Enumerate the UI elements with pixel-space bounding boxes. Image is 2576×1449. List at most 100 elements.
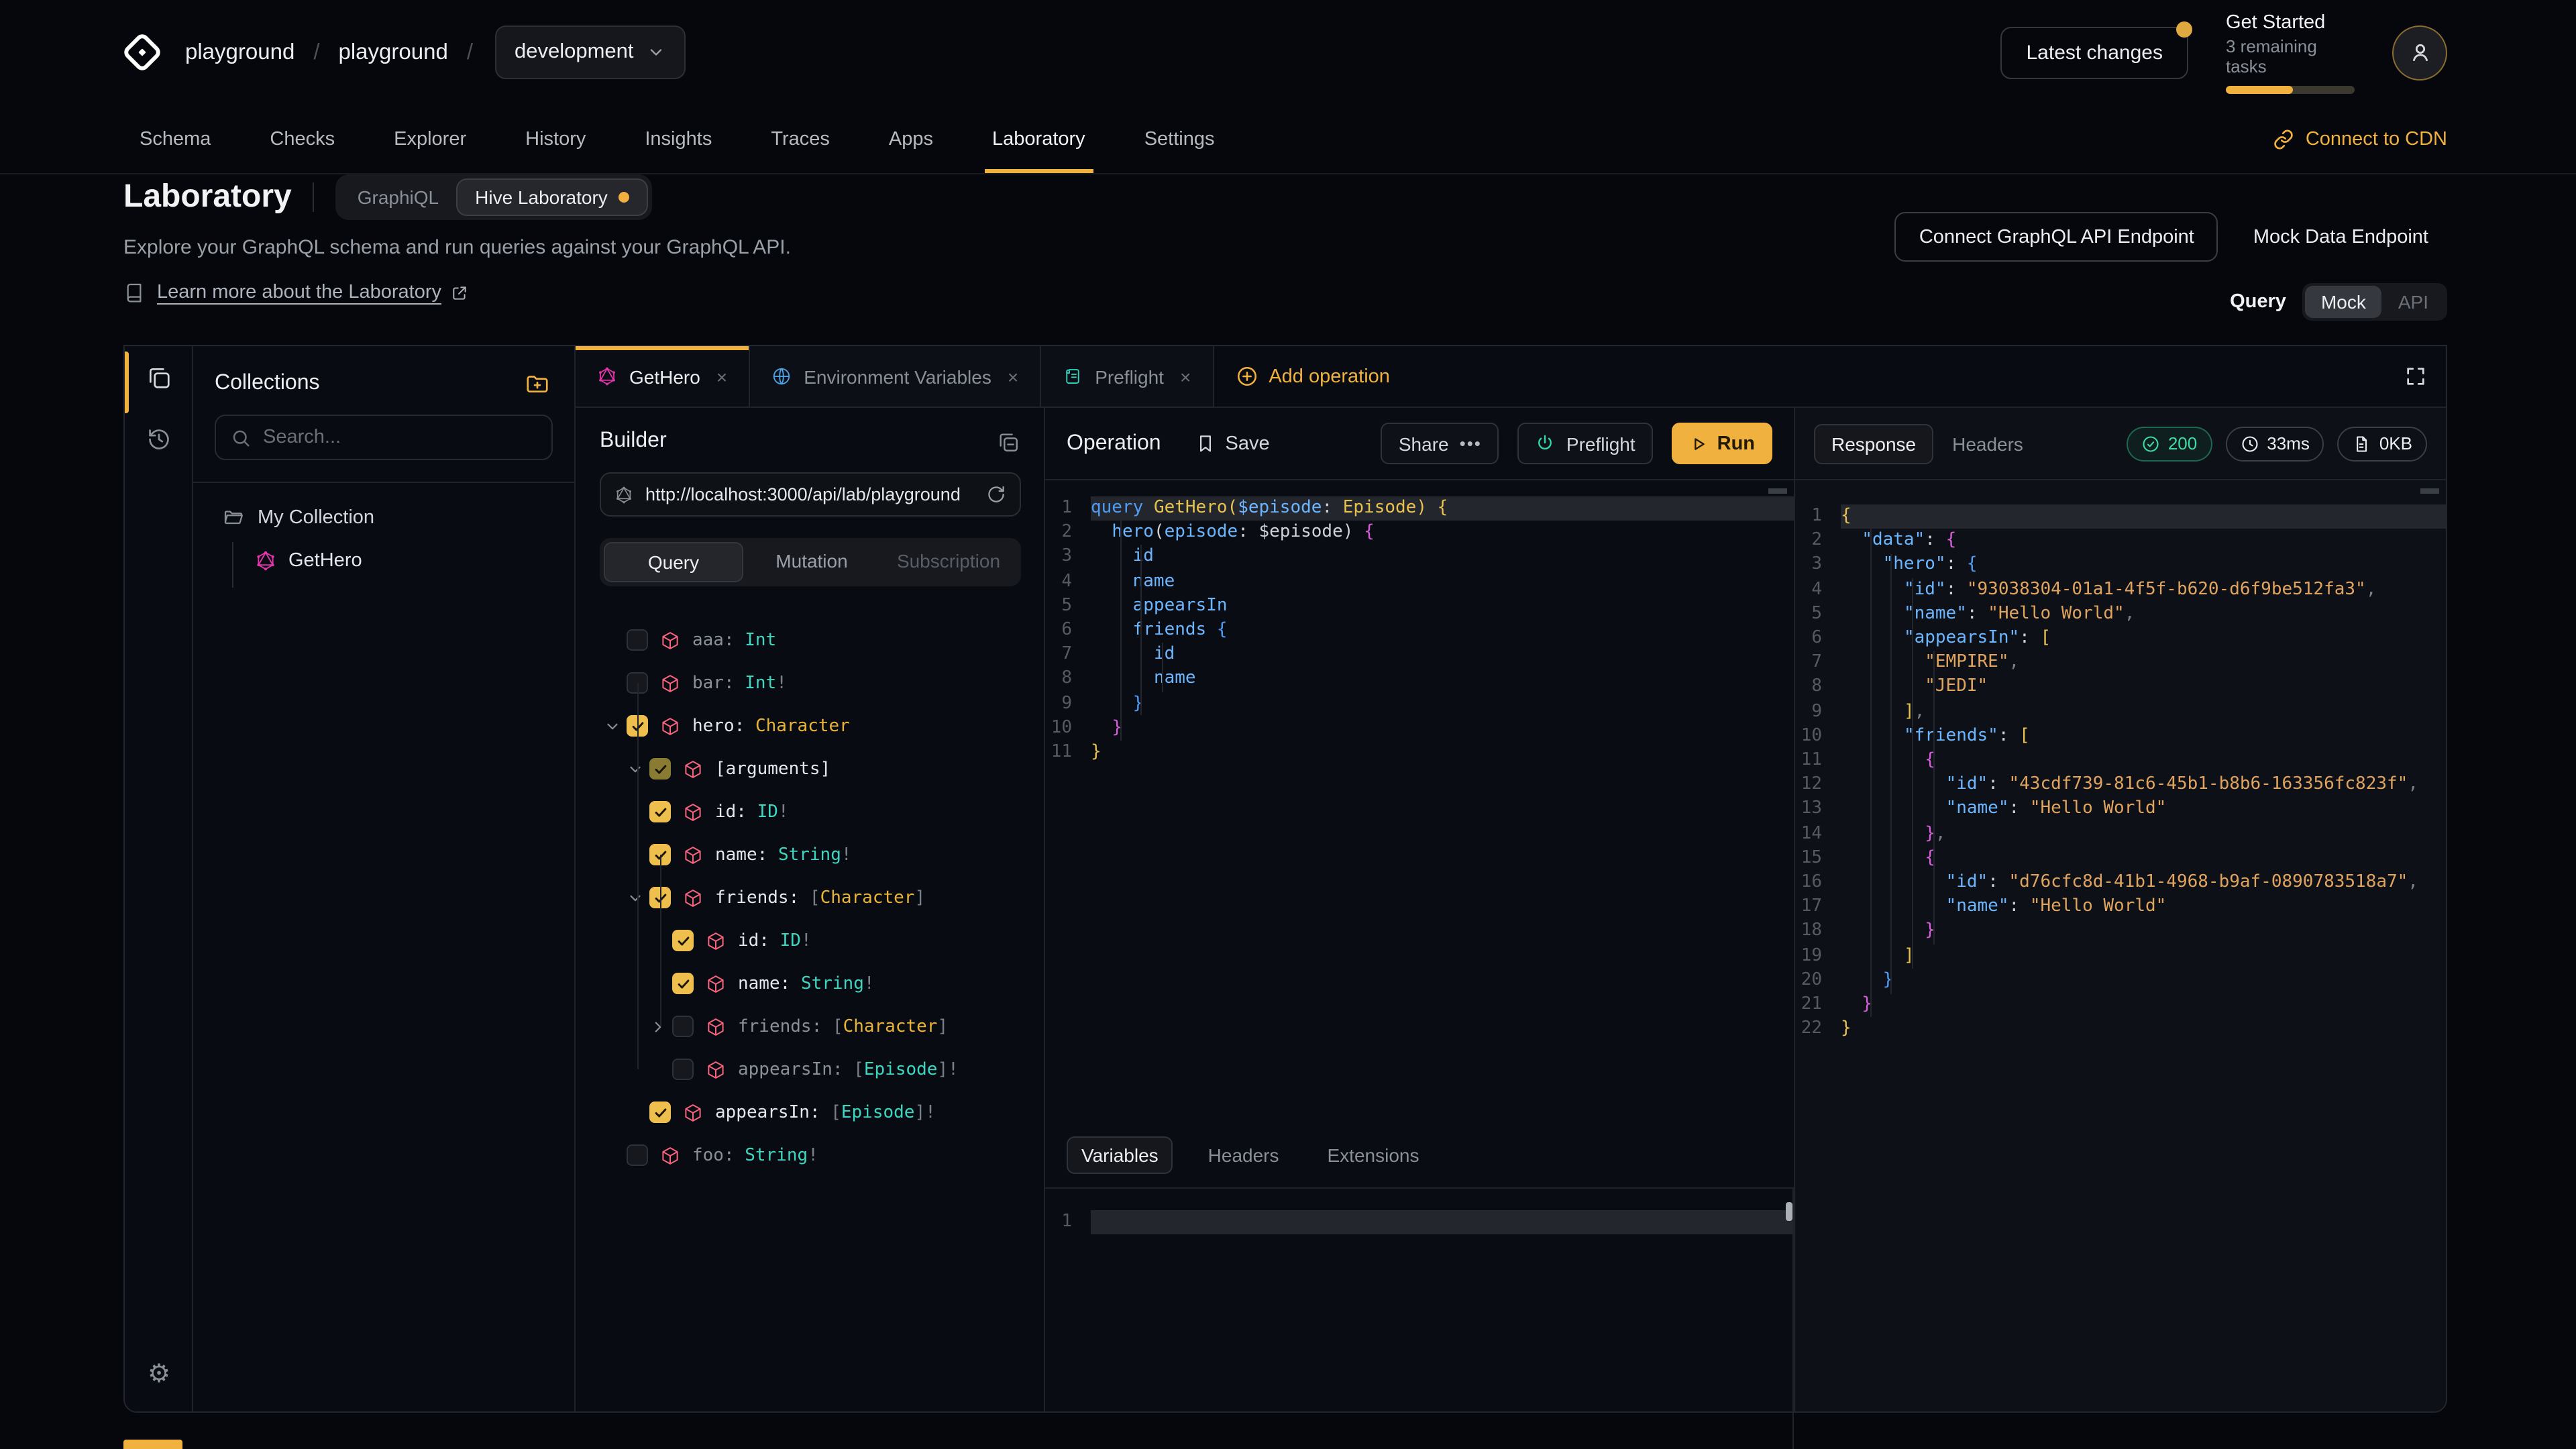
- mock-data-endpoint-button[interactable]: Mock Data Endpoint: [2235, 212, 2447, 262]
- field-checkbox[interactable]: [649, 1102, 671, 1123]
- collections-icon: [146, 364, 172, 390]
- latest-changes-button[interactable]: Latest changes: [2001, 26, 2189, 78]
- collections-search[interactable]: [215, 415, 553, 460]
- operation-editor[interactable]: 1query GetHero($episode: Episode) {2 her…: [1045, 480, 1794, 1123]
- tree-row-hero-[interactable]: hero: Character: [576, 704, 1044, 747]
- tree-row-appearsin-[interactable]: appearsIn: [Episode]!: [576, 1091, 1044, 1134]
- tree-row-id-[interactable]: id: ID!: [576, 790, 1044, 833]
- chevron-down-icon[interactable]: [625, 759, 644, 778]
- type-cube-icon: [683, 888, 703, 908]
- nav-tabs: Schema Checks Explorer History Insights Trace…: [140, 105, 1215, 173]
- tab-response-headers[interactable]: Headers: [1952, 433, 2023, 454]
- editor-tab-environment-variables[interactable]: Environment Variables ×: [750, 346, 1041, 407]
- response-editor[interactable]: 1{2 "data": {3 "hero": {4 "id": "9303830…: [1795, 480, 2446, 1406]
- tree-row-aaa-[interactable]: aaa: Int: [576, 619, 1044, 661]
- type-cube-icon: [660, 630, 680, 650]
- toggle-api[interactable]: API: [2382, 286, 2445, 318]
- nav-tab-settings[interactable]: Settings: [1144, 105, 1215, 173]
- nav-tab-checks[interactable]: Checks: [270, 105, 335, 173]
- tree-row-foo-[interactable]: foo: String!: [576, 1134, 1044, 1177]
- save-button[interactable]: Save: [1196, 433, 1270, 454]
- tree-row-friends-[interactable]: friends: [Character]: [576, 876, 1044, 919]
- tree-row--arguments-[interactable]: [arguments]: [576, 747, 1044, 790]
- field-checkbox[interactable]: [649, 801, 671, 822]
- learn-more-label: Learn more about the Laboratory: [157, 282, 441, 303]
- fullscreen-button[interactable]: [2404, 365, 2427, 388]
- nav-tab-traces[interactable]: Traces: [771, 105, 830, 173]
- close-icon[interactable]: ×: [1008, 366, 1018, 387]
- settings-rail-button[interactable]: ⚙: [125, 1347, 193, 1401]
- field-type: Int: [735, 630, 777, 650]
- connect-cdn-button[interactable]: Connect to CDN: [2273, 128, 2447, 150]
- tree-row-appearsin-[interactable]: appearsIn: [Episode]!: [576, 1048, 1044, 1091]
- editor-tab-preflight[interactable]: Preflight×: [1041, 346, 1214, 407]
- nav-tab-laboratory[interactable]: Laboratory: [992, 105, 1085, 173]
- field-checkbox[interactable]: [672, 1016, 694, 1037]
- tree-row-id-[interactable]: id: ID!: [576, 919, 1044, 962]
- search-input[interactable]: [263, 427, 537, 448]
- tab-headers[interactable]: Headers: [1195, 1138, 1293, 1173]
- collections-rail-button[interactable]: [125, 346, 193, 408]
- collection-operation[interactable]: GetHero: [223, 542, 561, 580]
- endpoint-url-input[interactable]: [645, 484, 974, 504]
- field-checkbox[interactable]: [627, 1144, 648, 1166]
- variables-editor[interactable]: 1: [1045, 1189, 1794, 1449]
- builder-title: Builder: [600, 429, 667, 453]
- tree-row-friends-[interactable]: friends: [Character]: [576, 1005, 1044, 1048]
- field-checkbox[interactable]: [649, 758, 671, 780]
- field-checkbox[interactable]: [672, 973, 694, 994]
- chevron-right-icon[interactable]: [648, 1017, 667, 1036]
- tab-extensions[interactable]: Extensions: [1314, 1138, 1433, 1173]
- more-icon[interactable]: •••: [1460, 433, 1482, 453]
- run-button[interactable]: Run: [1672, 423, 1772, 464]
- field-checkbox[interactable]: [672, 930, 694, 951]
- close-icon[interactable]: ×: [716, 366, 727, 387]
- toggle-hive-laboratory[interactable]: Hive Laboratory: [456, 178, 648, 216]
- hive-logo-icon[interactable]: [118, 28, 166, 76]
- tab-label: Environment Variables: [804, 366, 991, 387]
- chevron-down-icon[interactable]: [602, 716, 621, 735]
- close-icon[interactable]: ×: [1180, 366, 1191, 387]
- endpoint-url-field[interactable]: [600, 472, 1021, 517]
- tree-row-bar-[interactable]: bar: Int!: [576, 661, 1044, 704]
- field-checkbox[interactable]: [627, 629, 648, 651]
- nav-tab-apps[interactable]: Apps: [889, 105, 933, 173]
- external-link-icon: [451, 284, 468, 301]
- nav-tab-insights[interactable]: Insights: [645, 105, 712, 173]
- nav-tab-history[interactable]: History: [525, 105, 586, 173]
- builder-tab-mutation[interactable]: Mutation: [743, 542, 880, 582]
- copy-collapse-icon[interactable]: [997, 430, 1020, 453]
- tree-row-name-[interactable]: name: String!: [576, 833, 1044, 876]
- target-select[interactable]: development: [494, 25, 686, 79]
- tab-response[interactable]: Response: [1814, 423, 1933, 464]
- builder-tab-query[interactable]: Query: [604, 542, 743, 582]
- new-collection-button[interactable]: [525, 370, 550, 396]
- history-rail-button[interactable]: [125, 408, 193, 470]
- breadcrumb-project[interactable]: playground: [339, 40, 448, 65]
- toggle-mock[interactable]: Mock: [2305, 286, 2382, 318]
- get-started-widget[interactable]: Get Started 3 remaining tasks: [2226, 11, 2355, 93]
- share-button[interactable]: Share •••: [1381, 423, 1499, 464]
- editor-tab-gethero[interactable]: GetHero×: [576, 346, 750, 407]
- scrollbar-thumb[interactable]: [1786, 1202, 1792, 1221]
- avatar[interactable]: [2392, 25, 2447, 80]
- get-started-progress: [2226, 85, 2355, 93]
- save-label: Save: [1226, 433, 1270, 454]
- preflight-button[interactable]: Preflight: [1518, 423, 1653, 464]
- code-line: 1: [1045, 1210, 1794, 1234]
- code-line: 7 "EMPIRE",: [1795, 651, 2446, 675]
- chevron-down-icon[interactable]: [625, 888, 644, 907]
- add-operation-button[interactable]: Add operation: [1214, 346, 1411, 407]
- nav-tab-explorer[interactable]: Explorer: [394, 105, 466, 173]
- field-checkbox[interactable]: [672, 1059, 694, 1080]
- refresh-icon[interactable]: [986, 484, 1006, 504]
- breadcrumb-org[interactable]: playground: [185, 40, 294, 65]
- nav-tab-schema[interactable]: Schema: [140, 105, 211, 173]
- connect-graphql-endpoint-button[interactable]: Connect GraphQL API Endpoint: [1895, 212, 2218, 262]
- tab-variables[interactable]: Variables: [1067, 1136, 1173, 1174]
- collection-folder[interactable]: My Collection: [223, 507, 561, 529]
- tree-row-name-[interactable]: name: String!: [576, 962, 1044, 1005]
- toggle-graphiql[interactable]: GraphiQL: [340, 180, 456, 215]
- builder-tab-subscription[interactable]: Subscription: [880, 542, 1017, 582]
- learn-more-link[interactable]: Learn more about the Laboratory: [157, 282, 468, 303]
